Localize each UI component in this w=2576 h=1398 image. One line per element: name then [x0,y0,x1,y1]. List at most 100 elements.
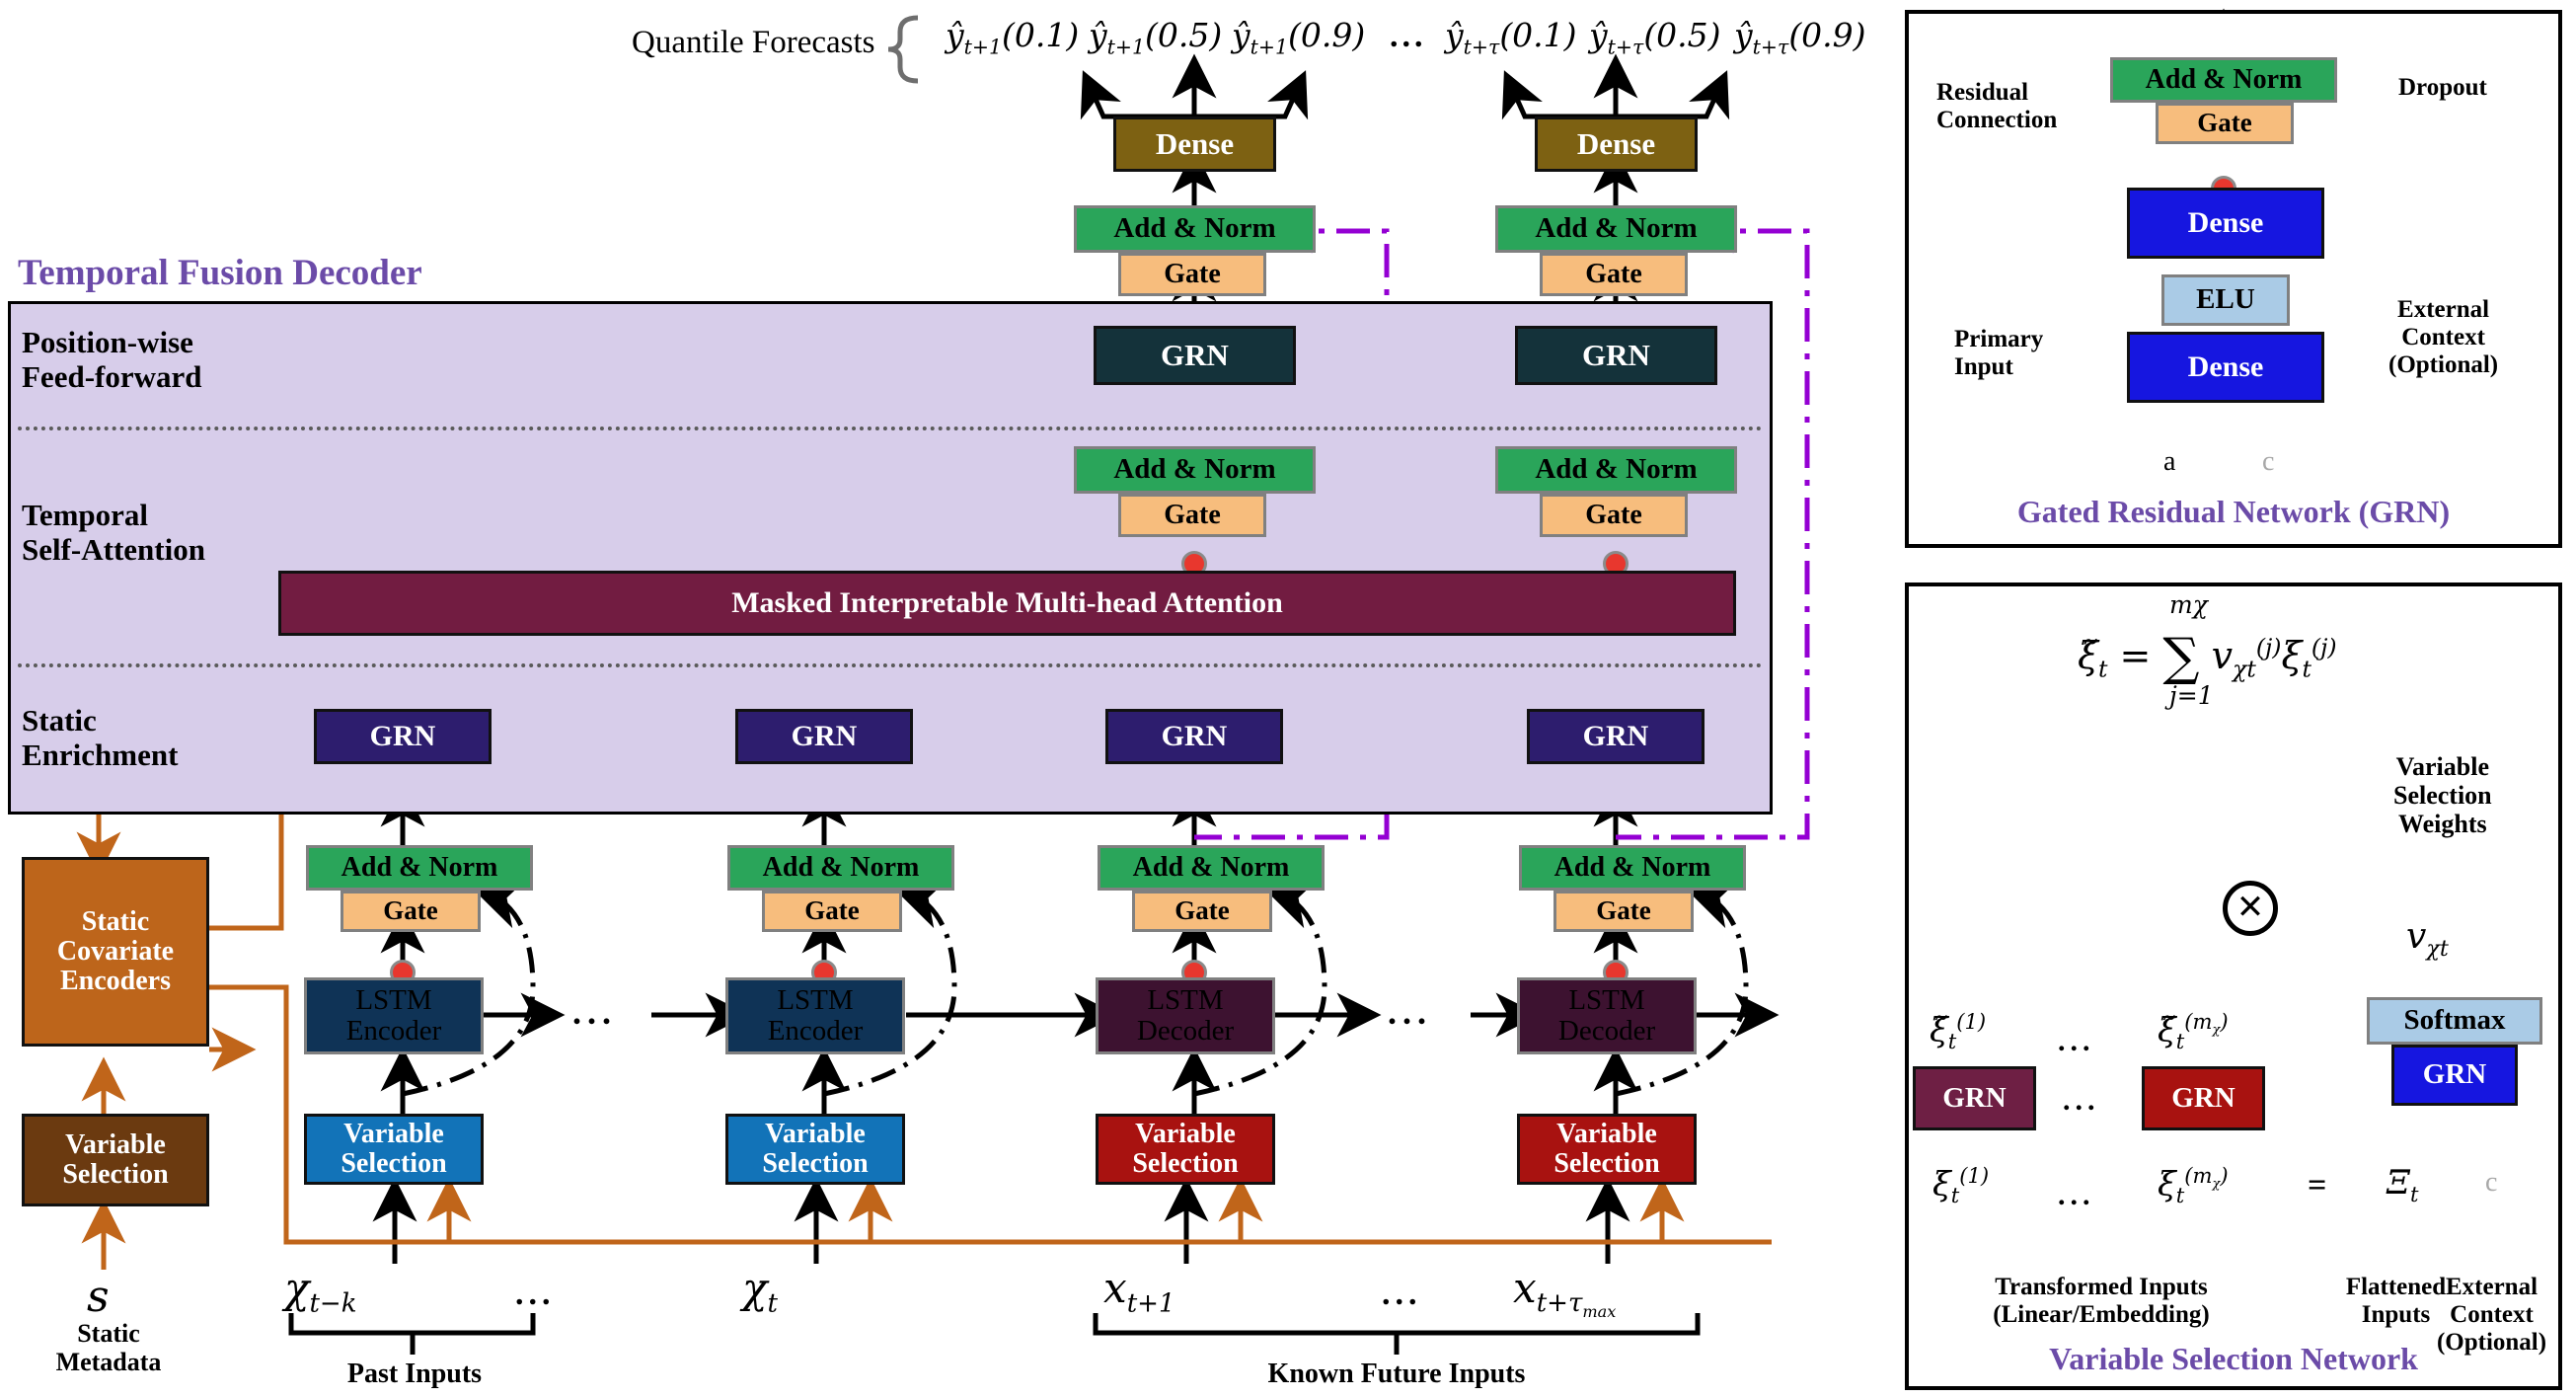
vsn-grn-variable-m[interactable]: GRN [2142,1066,2265,1130]
gate-attention-far[interactable]: Gate [1540,494,1688,537]
input-past-first: χt−k [284,1264,357,1319]
quantile-output-far-0.9: ŷt+τ(0.9) [1734,16,1866,59]
add-norm-attention-near[interactable]: Add & Norm [1074,446,1316,494]
gate-seq-3[interactable]: Gate [1132,891,1272,932]
grn-panel-primary-input-label: Primary Input [1954,326,2043,381]
residual-line2: Connection [1936,107,2058,133]
varsel-label-line1: Variable [343,1118,444,1149]
weights-line2: Selection [2393,781,2492,811]
section-label-line1: Static [22,703,97,738]
transformed-line1: Transformed Inputs [1995,1274,2208,1300]
gate-seq-2[interactable]: Gate [762,891,902,932]
sce-label-line3: Encoders [60,966,171,997]
vsn-grn-weights[interactable]: GRN [2391,1045,2518,1106]
divider-attention-enrichment [18,663,1763,667]
masked-multihead-attention[interactable]: Masked Interpretable Multi-head Attentio… [278,571,1736,636]
gate-seq-1[interactable]: Gate [341,891,481,932]
section-label-line1: Temporal [22,498,149,532]
dense-output-near[interactable]: Dense [1113,116,1276,172]
grn-panel-add-norm[interactable]: Add & Norm [2110,57,2337,103]
input-future-first: xt+1 [1103,1264,1175,1319]
dense-output-far[interactable]: Dense [1535,116,1698,172]
sce-label-line1: Static [81,905,150,937]
lstm-label-line2: Decoder [1557,1015,1656,1047]
lstm-label-line2: Decoder [1136,1015,1235,1047]
residual-line1: Residual [1936,79,2029,106]
vsn-softmax[interactable]: Softmax [2367,997,2542,1045]
external-line2: Context [2450,1301,2534,1328]
quantile-output-near-0.9: ŷt+1(0.9) [1232,16,1366,59]
vsn-context-symbol: c [2485,1167,2498,1198]
external-line1: External [2397,296,2490,323]
gate-attention-near[interactable]: Gate [1118,494,1266,537]
vsn-xi-input-m: ξt(mχ) [2158,1163,2229,1208]
grn-panel-external-context-label: External Context (Optional) [2388,296,2498,379]
grn-panel-dense-bottom[interactable]: Dense [2127,332,2324,403]
quantile-output-far-0.5: ŷt+τ(0.5) [1589,16,1721,59]
quantile-ellipsis: ... [1390,18,1427,54]
vsn-equals-sign: = [2308,1167,2327,1204]
section-temporal-self-attention: Temporal Self-Attention [22,498,205,567]
add-norm-output-near[interactable]: Add & Norm [1074,205,1316,253]
grn-feedforward-near[interactable]: GRN [1094,326,1296,385]
lstm-label-line2: Encoder [345,1015,442,1047]
static-metadata-symbol: s [87,1272,110,1322]
lstm-label-line1: LSTM [355,983,432,1016]
section-label-line2: Feed-forward [22,358,202,394]
static-metadata-line2: Metadata [55,1348,162,1377]
grn-static-enrichment-3[interactable]: GRN [1105,709,1283,764]
lstm-decoder-2[interactable]: LSTM Decoder [1517,977,1697,1054]
weights-line1: Variable [2395,752,2490,781]
variable-selection-future-1[interactable]: Variable Selection [1096,1114,1275,1185]
gate-output-far[interactable]: Gate [1540,253,1688,296]
add-norm-seq-1[interactable]: Add & Norm [306,845,533,891]
grn-panel-input-c: c [2262,446,2275,477]
add-norm-output-far[interactable]: Add & Norm [1495,205,1737,253]
vsn-weights-label: Variable Selection Weights [2393,752,2492,838]
grn-static-enrichment-1[interactable]: GRN [314,709,492,764]
known-future-inputs-bracket-label: Known Future Inputs [1267,1359,1526,1389]
temporal-fusion-decoder-title: Temporal Fusion Decoder [18,253,422,293]
sce-label-line2: Covariate [56,935,175,967]
vsn-grn-variable-1[interactable]: GRN [1913,1066,2036,1130]
lstm-encoder-1[interactable]: LSTM Encoder [304,977,484,1054]
grn-static-enrichment-4[interactable]: GRN [1527,709,1705,764]
vsn-panel [1905,582,2562,1390]
past-inputs-bracket-label: Past Inputs [346,1359,483,1389]
lstm-encoder-2[interactable]: LSTM Encoder [725,977,905,1054]
external-line3: (Optional) [2388,351,2499,378]
grn-panel-elu[interactable]: ELU [2161,274,2290,326]
lstm-label-line1: LSTM [1147,983,1224,1016]
primary-line2: Input [1954,353,2013,380]
gate-output-near[interactable]: Gate [1118,253,1266,296]
lstm-decoder-1[interactable]: LSTM Decoder [1096,977,1275,1054]
grn-panel-residual-label: Residual Connection [1936,79,2057,134]
vsn-flattened-symbol: Ξt [2387,1163,2419,1206]
vsn-panel-title: Variable Selection Network [2049,1341,2418,1376]
add-norm-seq-4[interactable]: Add & Norm [1519,845,1746,891]
add-norm-attention-far[interactable]: Add & Norm [1495,446,1737,494]
diagram-root: Temporal Fusion Decoder Position-wise Fe… [0,0,2576,1398]
vsn-transformed-inputs-label: Transformed Inputs (Linear/Embedding) [1925,1274,2278,1329]
variable-selection-past-2[interactable]: Variable Selection [725,1114,905,1185]
gate-seq-4[interactable]: Gate [1553,891,1694,932]
varsel-label-line2: Selection [341,1148,447,1179]
lstm-label-line1: LSTM [1568,983,1645,1016]
static-metadata-label: Static Metadata [30,1319,188,1376]
add-norm-seq-3[interactable]: Add & Norm [1098,845,1325,891]
add-norm-seq-2[interactable]: Add & Norm [727,845,954,891]
vsn-xi-tilde-1: ξ̃t(1) [1930,1009,1987,1054]
varsel-label-line1: Variable [65,1128,166,1160]
grn-feedforward-far[interactable]: GRN [1515,326,1717,385]
grn-panel-dense-top[interactable]: Dense [2127,188,2324,259]
grn-panel-dropout-label: Dropout [2398,74,2487,101]
variable-selection-static[interactable]: Variable Selection [22,1114,209,1206]
quantile-output-far-0.1: ŷt+τ(0.1) [1445,16,1577,59]
grn-static-enrichment-2[interactable]: GRN [735,709,913,764]
variable-selection-past-1[interactable]: Variable Selection [304,1114,484,1185]
vsn-equation: ξ̃t = ∑ vχt(j)ξt(j) [2078,628,2337,687]
static-covariate-encoders[interactable]: Static Covariate Encoders [22,857,209,1047]
grn-panel-gate[interactable]: Gate [2156,103,2294,144]
section-position-wise-feedforward: Position-wise Feed-forward [22,325,202,394]
variable-selection-future-2[interactable]: Variable Selection [1517,1114,1697,1185]
